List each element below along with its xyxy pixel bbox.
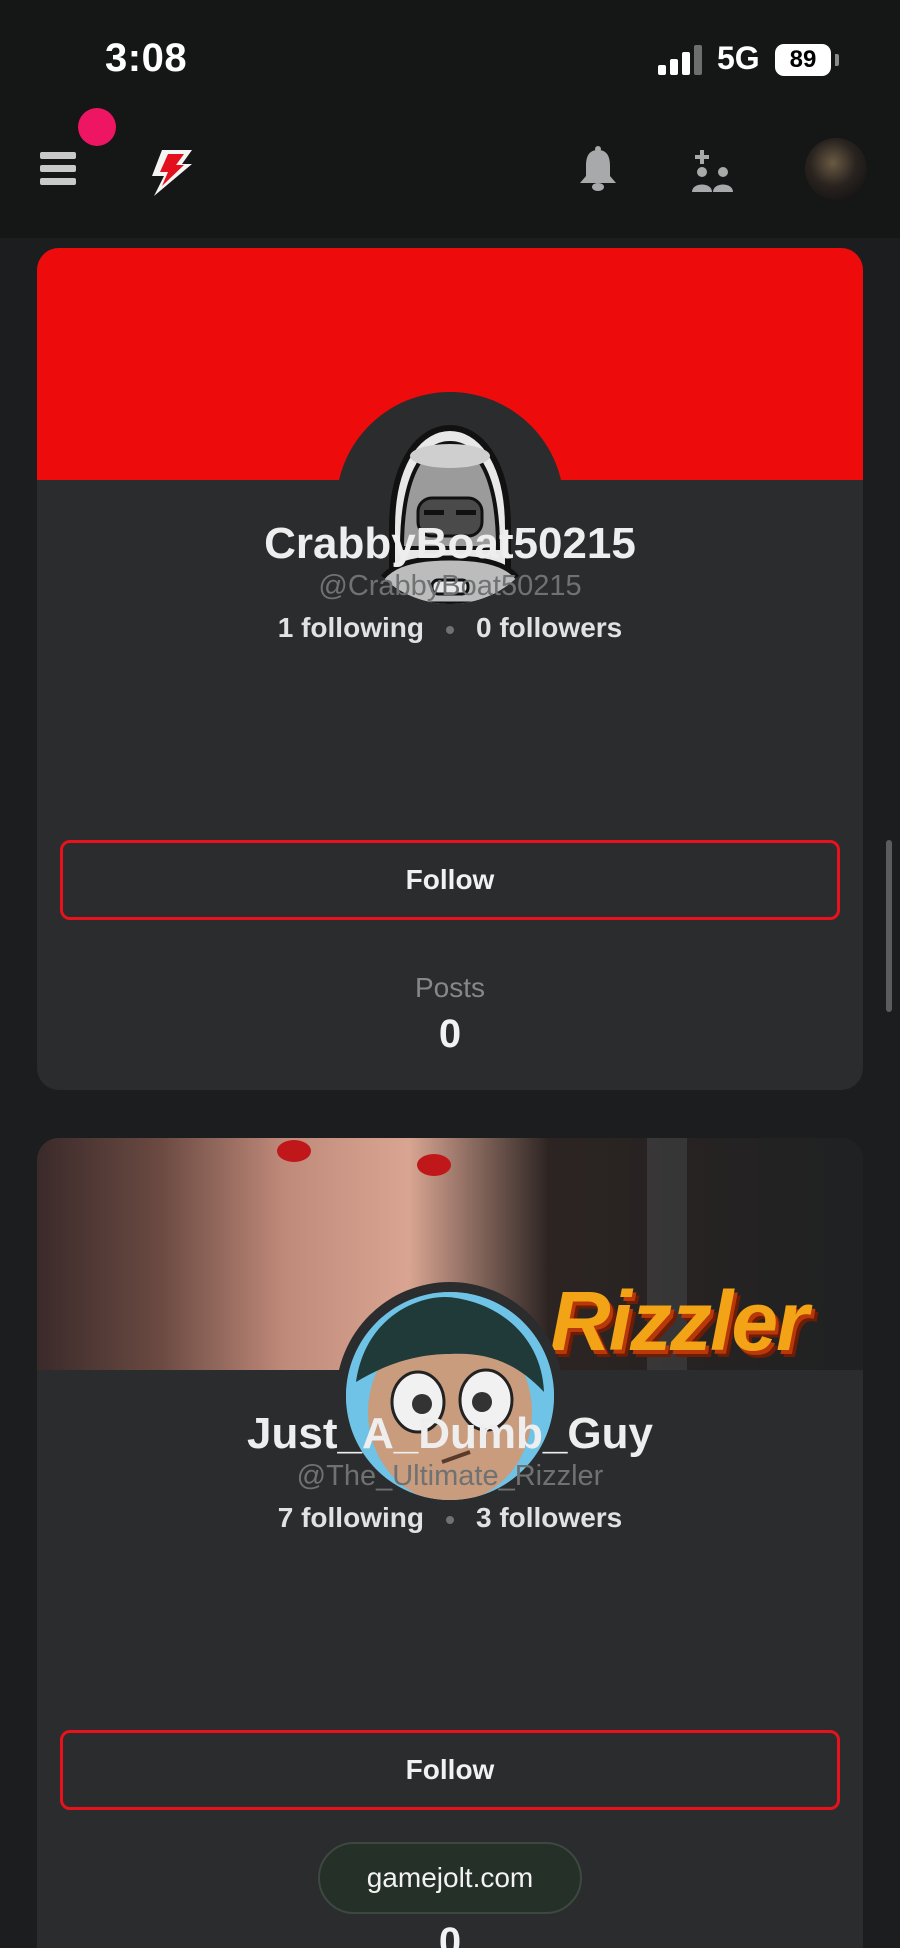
profile-handle: @CrabbyBoat50215 [318,570,582,602]
follow-button[interactable]: Follow [60,1730,840,1810]
scrollbar[interactable] [886,840,892,1012]
battery-indicator: 89 [775,44,831,76]
page: 3:08 5G 89 CrabbyBoat50215 @CrabbyBoat50… [0,0,900,1948]
follow-button[interactable]: Follow [60,840,840,920]
browser-url-pill[interactable]: gamejolt.com [318,1842,582,1914]
profile-stats: 7 following 3 followers [37,1502,863,1534]
profile-card[interactable]: Rizzler Just_A_Dumb_Guy @The_Ultimate_Ri… [37,1138,863,1948]
profile-card[interactable]: CrabbyBoat50215 @CrabbyBoat50215 1 follo… [37,248,863,1090]
profile-display-name[interactable]: Just_A_Dumb_Guy [37,1409,863,1459]
following-count[interactable]: 1 following [278,612,424,643]
notification-dot [78,108,116,146]
posts-label: Posts [414,972,486,1003]
banner-eye [277,1140,311,1162]
profile-stats: 1 following 0 followers [37,612,863,644]
bell-icon[interactable] [578,146,618,192]
profile-handle: @The_Ultimate_Rizzler [296,1460,604,1492]
gamejolt-logo-icon[interactable] [148,150,192,196]
top-bar: 3:08 5G 89 [0,0,900,238]
posts-count: 0 [438,1920,462,1948]
followers-count[interactable]: 0 followers [476,612,622,643]
banner-title-text: Rizzler [550,1274,809,1368]
separator-dot [445,625,454,634]
separator-dot [445,1515,454,1524]
add-friends-icon[interactable] [690,148,736,192]
posts-count: 0 [438,1012,462,1056]
following-count[interactable]: 7 following [278,1502,424,1533]
user-avatar[interactable] [805,138,867,200]
battery-cap [835,54,839,66]
network-type: 5G [717,40,760,76]
status-time: 3:08 [105,36,188,80]
hamburger-menu-icon[interactable] [40,152,76,186]
banner-eye [417,1154,451,1176]
profile-display-name[interactable]: CrabbyBoat50215 [37,519,863,569]
cellular-signal-icon [658,45,702,75]
followers-count[interactable]: 3 followers [476,1502,622,1533]
